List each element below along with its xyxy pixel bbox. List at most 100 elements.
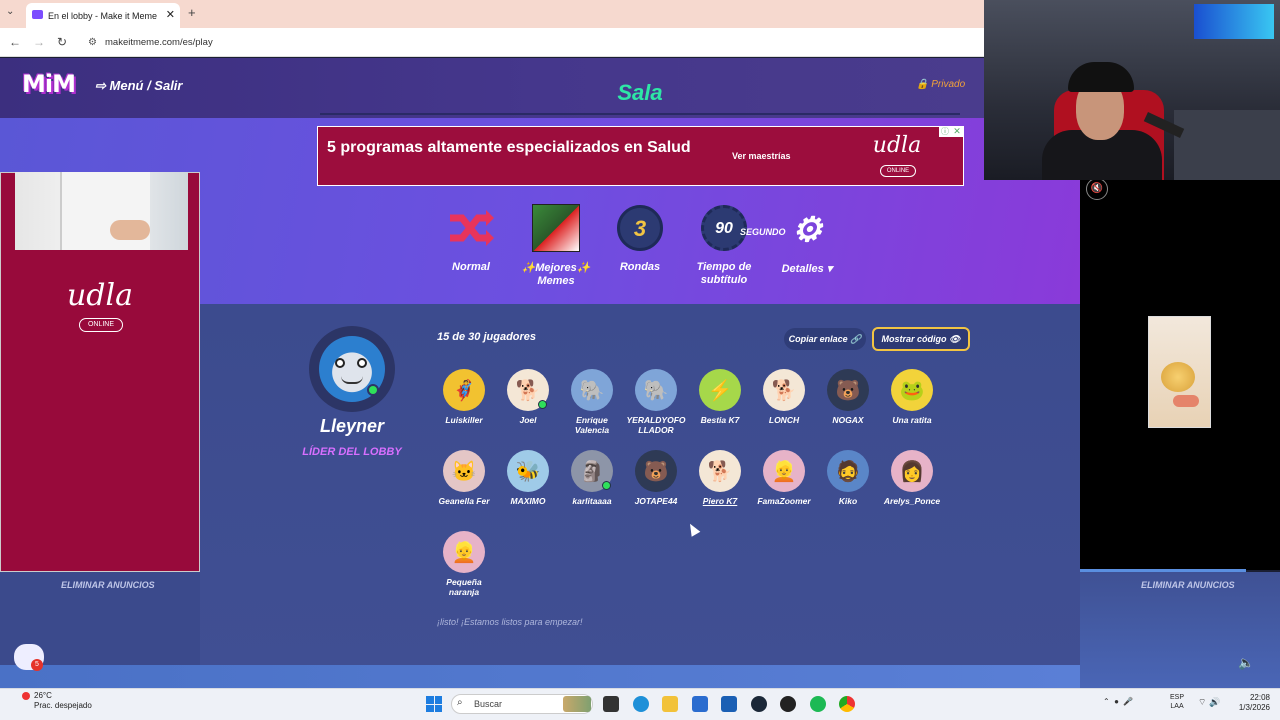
ready-status: ¡listo! ¡Estamos listos para empezar! [437, 617, 583, 627]
player-card[interactable]: 👩 Arelys_Ponce [880, 450, 944, 506]
menu-exit-button[interactable]: ⇨ Menú / Salir [95, 78, 182, 94]
close-tab-icon[interactable]: ✕ [166, 8, 175, 21]
favicon-icon [32, 10, 43, 19]
volume-icon[interactable]: 🔈 [1238, 655, 1254, 671]
player-card[interactable]: 👱 Pequeña naranja [432, 531, 496, 597]
search-highlight-icon[interactable] [563, 696, 591, 712]
player-card[interactable]: 🐝 MAXIMO [496, 450, 560, 506]
player-name: Pequeña naranja [446, 577, 482, 597]
player-name: Enrique Valencia [574, 415, 610, 435]
player-card[interactable]: 🗿 karlitaaaa [560, 450, 624, 506]
setting-details[interactable]: ⚙ Detalles ▾ [762, 207, 852, 276]
player-avatar: 👩 [891, 450, 933, 492]
chevron-down-icon: ▾ [826, 263, 833, 275]
player-avatar: 🧔 [827, 450, 869, 492]
network-volume-icons[interactable]: ⌔ 🔊 [1198, 697, 1220, 708]
setting-rounds-label: Rondas [619, 261, 661, 273]
player-card[interactable]: 🐕 Joel [496, 369, 560, 425]
ad-mute-icon[interactable]: 🔇 [1086, 178, 1108, 200]
system-tray[interactable]: ⌃ ● 🎤 [1103, 697, 1133, 706]
player-avatar: 🐕 [763, 369, 805, 411]
player-card[interactable]: 🐘 YERALDYOFOLLADOR [624, 369, 688, 435]
setting-mode[interactable]: Normal [426, 205, 516, 274]
file-explorer-icon[interactable] [662, 696, 678, 712]
player-name: MAXIMO [510, 496, 546, 506]
url-field[interactable]: makeitmeme.com/es/play [105, 37, 213, 48]
back-icon[interactable]: ← [9, 35, 21, 49]
setting-mode-label: Normal [452, 261, 490, 273]
link-icon: 🔗 [850, 333, 862, 344]
player-card[interactable]: 🦸 Luiskiller [432, 369, 496, 425]
show-code-button[interactable]: Mostrar código 👁 [872, 327, 970, 351]
player-name: Geanella Fer [438, 496, 490, 506]
player-avatar: 🐻 [827, 369, 869, 411]
new-tab-icon[interactable]: + [188, 5, 196, 20]
outlook-icon[interactable] [721, 696, 737, 712]
eye-icon: 👁 [949, 333, 961, 344]
player-avatar: 🐕 [699, 450, 741, 492]
ad-cta-button[interactable]: Ver maestrías [732, 151, 791, 161]
privacy-toggle[interactable]: 🔒 Privado [916, 79, 965, 90]
remove-ads-left-link[interactable]: ELIMINAR ANUNCIOS [61, 580, 155, 590]
ad-close-icon[interactable]: ✕ [951, 126, 963, 137]
spotify-icon[interactable] [810, 696, 826, 712]
player-card[interactable]: 🐕 Piero K7 [688, 450, 752, 506]
online-indicator [367, 384, 379, 396]
tab-list-icon[interactable]: ⌄ [6, 6, 14, 17]
leader-role: LÍDER DEL LOBBY [302, 446, 402, 458]
chrome-icon[interactable] [839, 696, 855, 712]
player-card[interactable]: 🐻 NOGAX [816, 369, 880, 425]
gear-icon: ⚙ [791, 210, 823, 249]
leader-avatar[interactable] [309, 326, 395, 412]
edge-icon[interactable] [633, 696, 649, 712]
ad-info-icon[interactable]: ⓘ [939, 126, 951, 137]
page-title: Sala [617, 80, 663, 105]
copy-link-button[interactable]: Copiar enlace 🔗 [784, 328, 866, 350]
player-card[interactable]: 🐻 JOTAPE44 [624, 450, 688, 506]
player-count: 15 de 30 jugadores [437, 331, 537, 343]
rounds-value: 3 [633, 215, 647, 241]
online-indicator [538, 400, 547, 409]
reload-icon[interactable]: ↻ [57, 35, 67, 49]
ad-brand-sub: ONLINE [880, 165, 916, 177]
left-ad-photo [15, 172, 188, 250]
windows-start-icon[interactable] [426, 696, 442, 712]
task-view-icon[interactable] [603, 696, 619, 712]
browser-tab[interactable]: En el lobby - Make it Meme ✕ [26, 3, 180, 28]
player-card[interactable]: 🐘 Enrique Valencia [560, 369, 624, 435]
timer-icon: 90 SEGUNDO [701, 205, 786, 251]
player-avatar: 🦸 [443, 369, 485, 411]
setting-caption-time[interactable]: 90 SEGUNDO Tiempo de subtítulo [679, 205, 786, 287]
player-card[interactable]: 🧔 Kiko [816, 450, 880, 506]
setting-meme-pack[interactable]: ✨Mejores✨ Memes [511, 204, 601, 288]
obs-icon[interactable] [780, 696, 796, 712]
clock[interactable]: 22:08 1/3/2026 [1232, 693, 1270, 713]
logo[interactable]: MiM [22, 70, 76, 98]
player-avatar: 👱 [443, 531, 485, 573]
tab-title: En el lobby - Make it Meme [48, 10, 158, 21]
player-avatar: 🐘 [635, 369, 677, 411]
player-name: Bestia K7 [700, 415, 740, 425]
weather-badge [22, 692, 30, 700]
leader-name: Lleyner [319, 416, 385, 436]
player-name: YERALDYOFOLLADOR [626, 415, 686, 435]
player-card[interactable]: 🐱 Geanella Fer [432, 450, 496, 506]
steam-icon[interactable] [751, 696, 767, 712]
setting-rounds[interactable]: 3 Rondas [595, 205, 685, 274]
player-card[interactable]: 🐸 Una ratita [880, 369, 944, 425]
player-avatar: 🐘 [571, 369, 613, 411]
right-ad-image [1148, 316, 1211, 428]
player-name: NOGAX [832, 415, 864, 425]
search-icon: ⌕ [457, 697, 463, 708]
player-card[interactable]: ⚡ Bestia K7 [688, 369, 752, 425]
setting-caption-time-label: Tiempo de subtítulo [696, 261, 752, 286]
store-icon[interactable] [692, 696, 708, 712]
player-card[interactable]: 👱 FamaZoomer [752, 450, 816, 506]
ad-text: 5 programas altamente especializados en … [327, 139, 691, 156]
site-info-icon[interactable]: ⚙ [88, 37, 97, 48]
player-card[interactable]: 🐕 LONCH [752, 369, 816, 425]
rounds-icon: 3 [617, 205, 663, 251]
forward-icon[interactable]: → [33, 35, 45, 49]
language-indicator[interactable]: ESP LAA [1170, 693, 1184, 711]
remove-ads-right-link[interactable]: ELIMINAR ANUNCIOS [1141, 580, 1235, 590]
